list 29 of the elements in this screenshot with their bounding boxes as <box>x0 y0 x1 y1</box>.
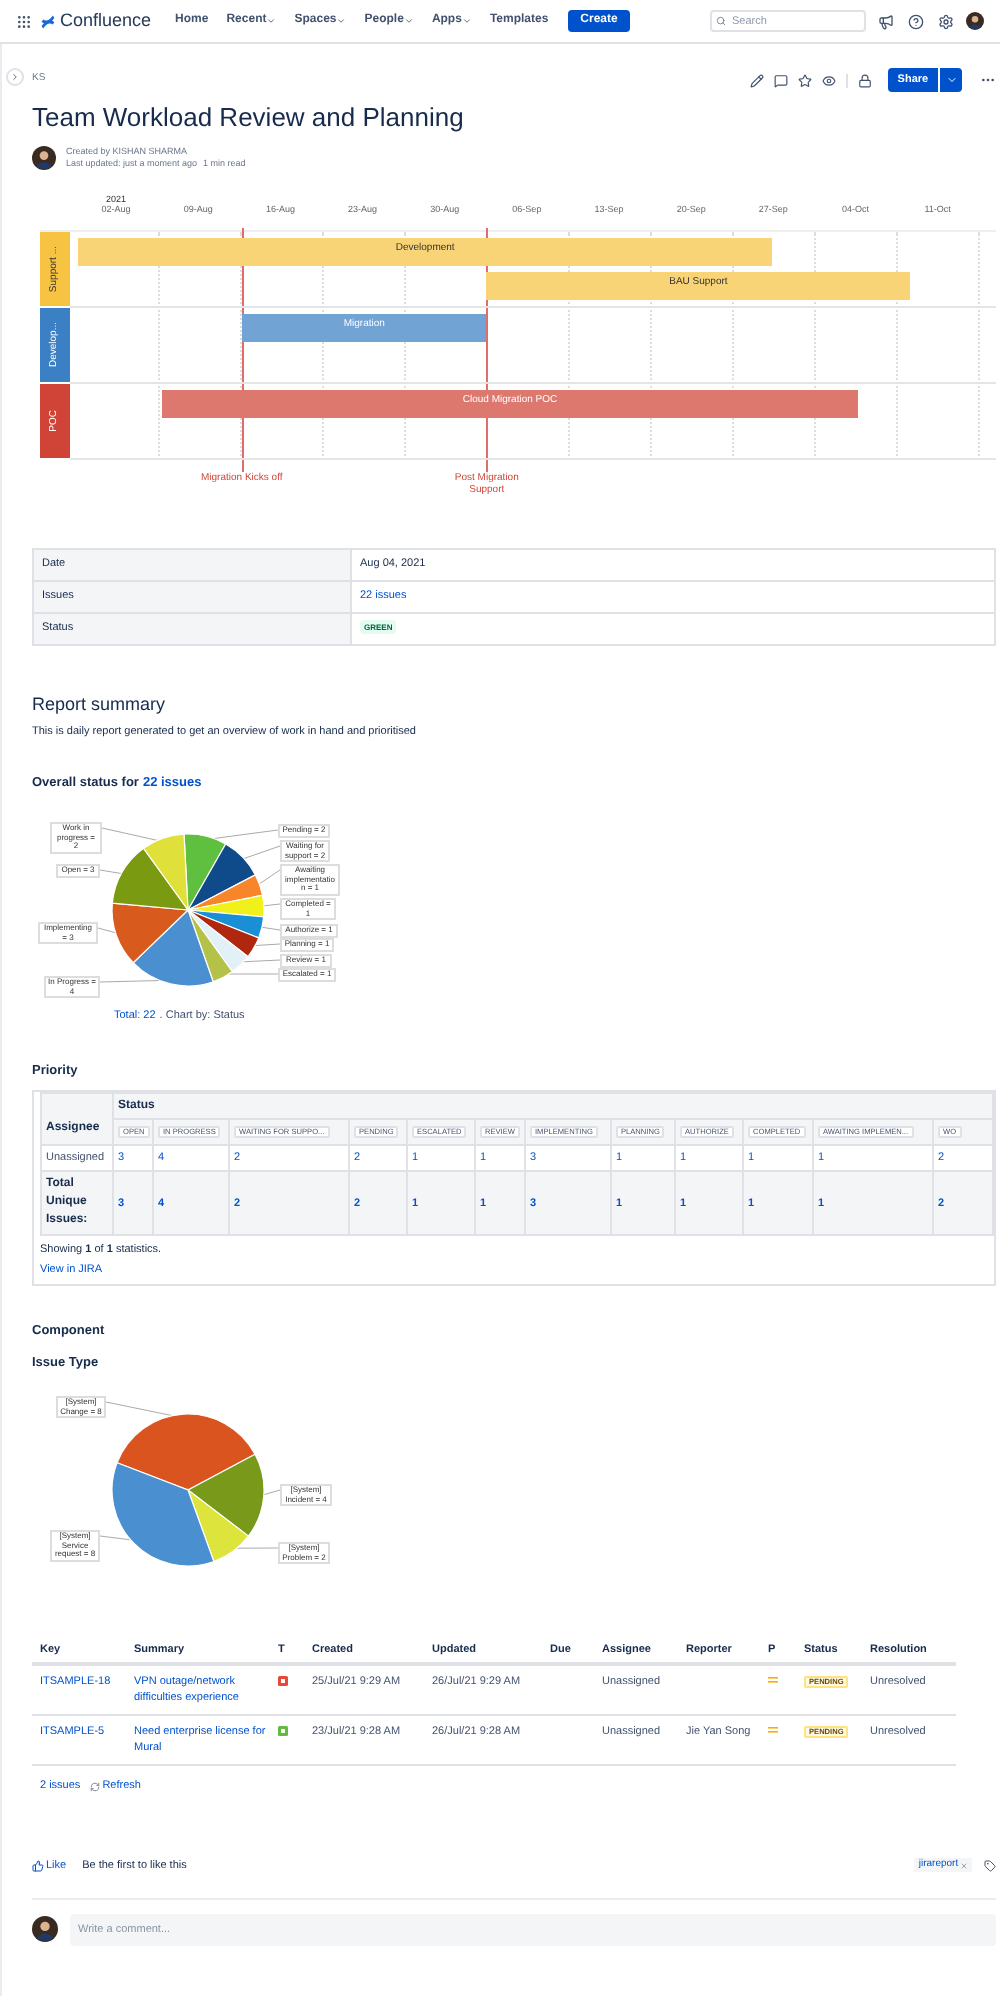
app-switcher-icon[interactable] <box>16 13 32 29</box>
priority-icon <box>768 1726 778 1735</box>
page-title: Team Workload Review and Planning <box>32 102 466 134</box>
leader-line <box>99 869 126 875</box>
avatar <box>966 12 984 30</box>
comment-icon[interactable] <box>773 73 788 87</box>
leader-line <box>255 869 281 887</box>
eye-icon[interactable] <box>821 73 836 87</box>
search-icon <box>716 16 726 26</box>
service-request-icon <box>278 1726 288 1737</box>
settings-icon[interactable] <box>938 13 954 29</box>
edit-icon[interactable] <box>749 73 764 87</box>
star-icon[interactable] <box>797 73 812 87</box>
thumbs-up-icon <box>32 1859 44 1872</box>
megaphone-icon[interactable] <box>878 13 894 29</box>
logo-text: Confluence <box>60 7 152 34</box>
help-icon[interactable] <box>908 13 924 29</box>
priority-icon <box>768 1676 778 1685</box>
lock-icon[interactable] <box>857 73 872 87</box>
chevron-down-icon <box>945 74 958 86</box>
logo-icon <box>40 13 56 29</box>
share-menu-button[interactable] <box>940 68 963 92</box>
incident-icon <box>278 1676 288 1687</box>
chevron-right-icon <box>10 72 20 82</box>
section-heading: Report summary <box>32 694 168 716</box>
avatar <box>32 1916 58 1943</box>
refresh-icon <box>90 1781 101 1792</box>
tag-icon[interactable] <box>984 1859 997 1872</box>
avatar <box>32 146 56 170</box>
